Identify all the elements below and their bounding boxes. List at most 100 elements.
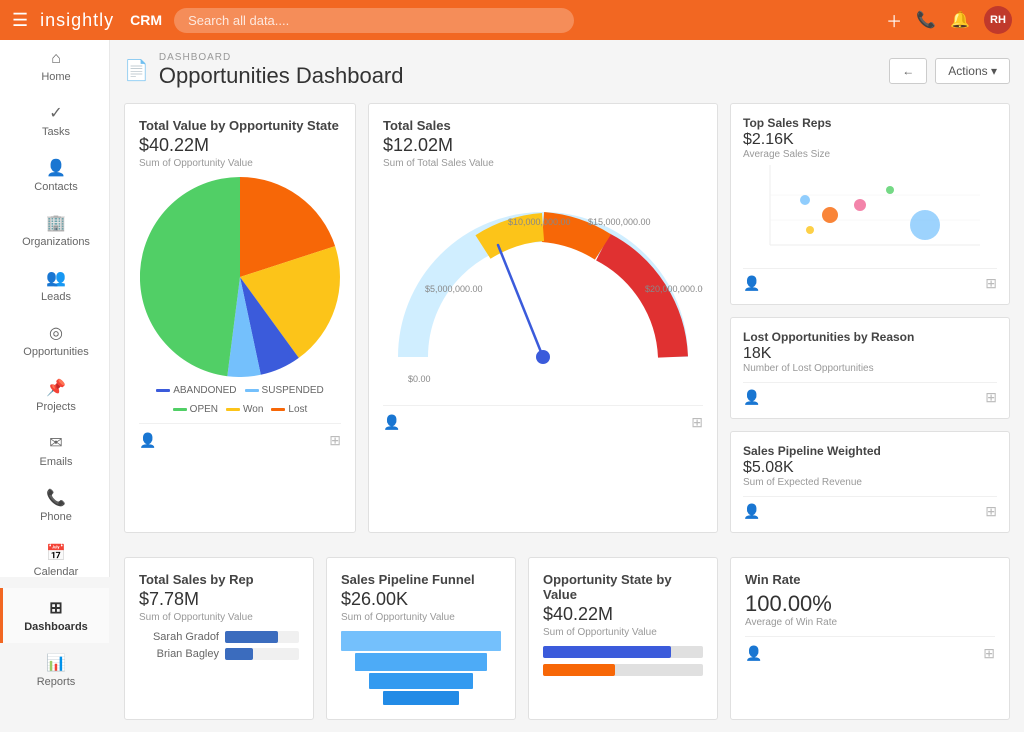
user-icon-4[interactable]: 👤 <box>743 389 760 406</box>
legend-lost: Lost <box>271 404 307 415</box>
organizations-icon: 🏢 <box>46 213 66 233</box>
right-column: Top Sales Reps $2.16K Average Sales Size <box>730 103 1010 533</box>
legend-won-label: Won <box>243 404 263 415</box>
sidebar-item-label: Leads <box>41 291 71 303</box>
sales-pipeline-title: Sales Pipeline Weighted <box>743 444 997 458</box>
scatter-plot <box>743 160 997 260</box>
menu-icon[interactable]: ☰ <box>12 10 28 31</box>
total-sales-rep-card: Total Sales by Rep $7.78M Sum of Opportu… <box>124 557 314 720</box>
bar-chart: Sarah Gradof Brian Bagley <box>139 631 299 660</box>
sidebar-item-contacts[interactable]: 👤 Contacts <box>0 148 109 203</box>
emails-icon: ✉ <box>49 433 62 453</box>
total-value-footer: 👤 ⊞ <box>139 423 341 449</box>
grid-icon-2[interactable]: ⊞ <box>691 414 703 431</box>
grid-icon-5[interactable]: ⊞ <box>985 503 997 520</box>
grid-icon[interactable]: ⊞ <box>329 432 341 449</box>
avatar[interactable]: RH <box>984 6 1012 34</box>
top-sales-reps-subtitle: Average Sales Size <box>743 149 997 160</box>
actions-button[interactable]: Actions ▾ <box>935 58 1010 84</box>
top-sales-reps-title: Top Sales Reps <box>743 116 997 130</box>
state-bar-chart <box>543 646 703 676</box>
leads-icon: 👥 <box>46 268 66 288</box>
sidebar-item-label: Opportunities <box>23 346 88 358</box>
dashboard-bottom-grid: Total Sales by Rep $7.78M Sum of Opportu… <box>124 557 1010 720</box>
tasks-icon: ✓ <box>49 103 62 123</box>
svg-text:$0.00: $0.00 <box>408 374 431 384</box>
legend-abandoned-label: ABANDONED <box>173 385 236 396</box>
total-sales-rep-subtitle: Sum of Opportunity Value <box>139 612 299 623</box>
legend-lost-label: Lost <box>288 404 307 415</box>
funnel-level-3 <box>383 691 460 705</box>
funnel-level-0 <box>341 631 501 651</box>
total-sales-title: Total Sales <box>383 118 703 133</box>
legend-open: OPEN <box>173 404 218 415</box>
home-icon: ⌂ <box>51 50 61 68</box>
grid-icon-6[interactable]: ⊞ <box>983 645 995 662</box>
calendar-icon: 📅 <box>46 543 66 563</box>
user-icon-2[interactable]: 👤 <box>383 414 400 431</box>
sidebar-item-home[interactable]: ⌂ Home <box>0 40 109 93</box>
sidebar-item-opportunities[interactable]: ◎ Opportunities <box>0 313 109 368</box>
user-icon[interactable]: 👤 <box>139 432 156 449</box>
sales-pipeline-card: Sales Pipeline Weighted $5.08K Sum of Ex… <box>730 431 1010 533</box>
legend-abandoned: ABANDONED <box>156 385 236 396</box>
back-button[interactable]: ← <box>889 58 927 84</box>
pie-chart-container <box>139 177 341 377</box>
projects-icon: 📌 <box>46 378 66 398</box>
pie-legend: ABANDONED SUSPENDED OPEN Won Lost <box>139 385 341 415</box>
sidebar-item-label: Phone <box>40 511 72 523</box>
bar-row-1: Brian Bagley <box>139 648 299 660</box>
sidebar-item-label: Home <box>41 71 70 83</box>
dashboard-top-grid: Total Value by Opportunity State $40.22M… <box>124 103 1010 545</box>
lost-opportunities-card: Lost Opportunities by Reason 18K Number … <box>730 317 1010 419</box>
total-sales-rep-title: Total Sales by Rep <box>139 572 299 587</box>
sidebar-item-emails[interactable]: ✉ Emails <box>0 423 109 478</box>
opp-state-subtitle: Sum of Opportunity Value <box>543 627 703 638</box>
funnel-title: Sales Pipeline Funnel <box>341 572 501 587</box>
phone-icon[interactable]: 📞 <box>916 10 936 30</box>
sidebar-item-label: Projects <box>36 401 76 413</box>
funnel-value: $26.00K <box>341 589 501 610</box>
svg-text:$15,000,000.00: $15,000,000.00 <box>588 217 651 227</box>
legend-open-label: OPEN <box>190 404 218 415</box>
page-title-block: DASHBOARD Opportunities Dashboard <box>159 52 404 89</box>
bar-fill-0 <box>225 631 278 643</box>
top-sales-reps-footer: 👤 ⊞ <box>743 268 997 292</box>
state-bar-track-0 <box>543 646 703 658</box>
search-input[interactable] <box>174 8 574 33</box>
page-title: Opportunities Dashboard <box>159 63 404 89</box>
sales-pipeline-value: $5.08K <box>743 459 997 477</box>
sidebar-item-projects[interactable]: 📌 Projects <box>0 368 109 423</box>
document-icon: 📄 <box>124 58 149 83</box>
win-rate-card: Win Rate 100.00% Average of Win Rate 👤 ⊞ <box>730 557 1010 720</box>
opportunities-icon: ◎ <box>49 323 63 343</box>
user-icon-5[interactable]: 👤 <box>743 503 760 520</box>
grid-icon-4[interactable]: ⊞ <box>985 389 997 406</box>
gauge-chart: $0.00 $5,000,000.00 $10,000,000.00 $15,0… <box>383 177 703 397</box>
sales-pipeline-footer: 👤 ⊞ <box>743 496 997 520</box>
svg-text:$20,000,000.00: $20,000,000.00 <box>645 284 703 294</box>
sidebar-item-label: Tasks <box>42 126 70 138</box>
user-icon-3[interactable]: 👤 <box>743 275 760 292</box>
win-rate-footer: 👤 ⊞ <box>745 636 995 662</box>
add-icon[interactable]: ＋ <box>886 8 902 32</box>
sidebar-item-organizations[interactable]: 🏢 Organizations <box>0 203 109 258</box>
gauge-container: $0.00 $5,000,000.00 $10,000,000.00 $15,0… <box>383 177 703 397</box>
logo: insightly <box>40 10 114 31</box>
funnel-chart <box>341 631 501 705</box>
nav-icons: ＋ 📞 🔔 RH <box>886 6 1012 34</box>
page-header: 📄 DASHBOARD Opportunities Dashboard ← Ac… <box>124 52 1010 89</box>
sidebar-item-tasks[interactable]: ✓ Tasks <box>0 93 109 148</box>
total-sales-subtitle: Sum of Total Sales Value <box>383 158 703 169</box>
bar-track-0 <box>225 631 299 643</box>
sidebar-item-phone[interactable]: 📞 Phone <box>0 478 109 533</box>
total-sales-footer: 👤 ⊞ <box>383 405 703 431</box>
win-rate-title: Win Rate <box>745 572 995 587</box>
sidebar: ⌂ Home ✓ Tasks 👤 Contacts 🏢 Organization… <box>0 40 110 577</box>
state-bar-row-1 <box>543 664 703 676</box>
state-bar-track-1 <box>543 664 703 676</box>
user-icon-6[interactable]: 👤 <box>745 645 762 662</box>
bell-icon[interactable]: 🔔 <box>950 10 970 30</box>
sidebar-item-leads[interactable]: 👥 Leads <box>0 258 109 313</box>
grid-icon-3[interactable]: ⊞ <box>985 275 997 292</box>
